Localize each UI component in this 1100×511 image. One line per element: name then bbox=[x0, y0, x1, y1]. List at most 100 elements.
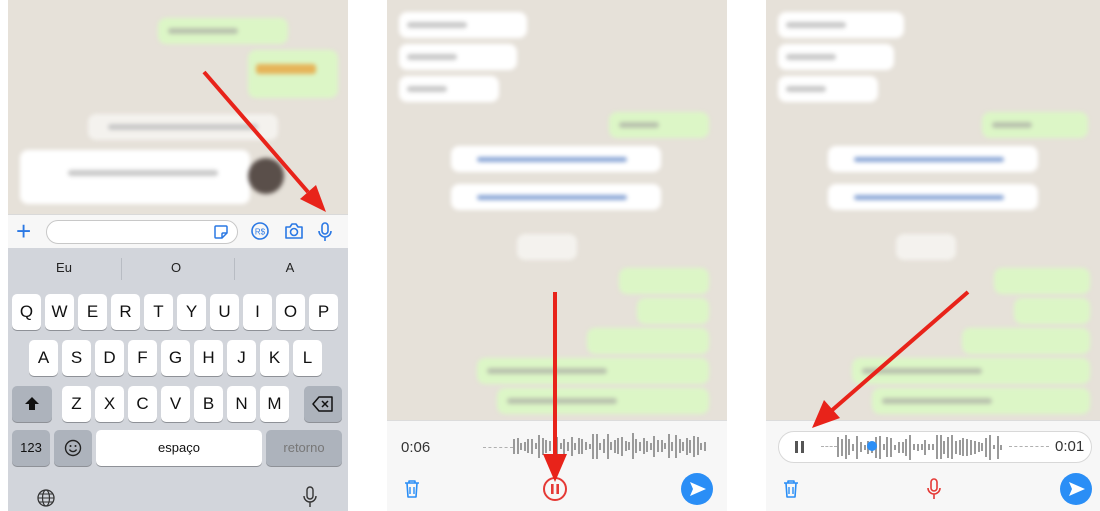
key-d[interactable]: D bbox=[95, 340, 124, 376]
ios-keyboard: Eu O A Q W E R T Y U I O P A S D F G H J… bbox=[8, 248, 348, 511]
waveform-bar bbox=[563, 438, 566, 454]
suggestion-bar: Eu O A bbox=[8, 248, 348, 290]
camera-icon[interactable] bbox=[283, 221, 305, 241]
waveform-bar bbox=[947, 436, 950, 458]
waveform-bar bbox=[939, 435, 942, 459]
recording-bar: 0:01 bbox=[766, 420, 1100, 511]
key-n[interactable]: N bbox=[227, 386, 256, 422]
waveform-bar bbox=[613, 439, 616, 453]
microphone-icon[interactable] bbox=[926, 477, 942, 501]
waveform-bar bbox=[859, 442, 862, 452]
playhead[interactable] bbox=[867, 441, 877, 451]
key-j[interactable]: J bbox=[227, 340, 256, 376]
waveform-bar bbox=[545, 439, 548, 453]
dictation-icon[interactable] bbox=[302, 486, 318, 508]
numbers-key[interactable]: 123 bbox=[12, 430, 50, 466]
waveform-bar bbox=[996, 435, 999, 459]
waveform-bar bbox=[693, 435, 695, 457]
key-l[interactable]: L bbox=[293, 340, 322, 376]
waveform-bar bbox=[531, 438, 533, 454]
waveform-bar bbox=[595, 433, 598, 459]
sticker-icon[interactable] bbox=[213, 224, 229, 240]
key-t[interactable]: T bbox=[144, 294, 173, 330]
key-h[interactable]: H bbox=[194, 340, 223, 376]
emoji-key[interactable] bbox=[54, 430, 92, 466]
key-w[interactable]: W bbox=[45, 294, 74, 330]
backspace-key[interactable] bbox=[304, 386, 342, 422]
waveform-bar bbox=[977, 442, 980, 452]
plus-icon[interactable]: + bbox=[16, 217, 31, 245]
waveform-bar bbox=[844, 435, 847, 459]
key-b[interactable]: B bbox=[194, 386, 223, 422]
key-r[interactable]: R bbox=[111, 294, 140, 330]
suggestion-3[interactable]: A bbox=[270, 260, 310, 275]
waveform-bar bbox=[966, 438, 969, 456]
trash-icon[interactable] bbox=[782, 479, 800, 499]
key-v[interactable]: V bbox=[161, 386, 190, 422]
key-i[interactable]: I bbox=[243, 294, 272, 330]
waveform-bar bbox=[646, 440, 649, 452]
key-u[interactable]: U bbox=[210, 294, 239, 330]
key-x[interactable]: X bbox=[95, 386, 124, 422]
waveform-bar bbox=[588, 443, 591, 449]
send-button[interactable] bbox=[1060, 473, 1092, 505]
key-g[interactable]: G bbox=[161, 340, 190, 376]
waveform-bar bbox=[882, 444, 885, 450]
backspace-icon bbox=[312, 396, 333, 412]
globe-icon[interactable] bbox=[36, 488, 56, 508]
key-e[interactable]: E bbox=[78, 294, 107, 330]
key-c[interactable]: C bbox=[128, 386, 157, 422]
waveform-bar bbox=[928, 444, 931, 450]
playback-timer: 0:01 bbox=[1055, 438, 1085, 455]
waveform-bar bbox=[520, 442, 523, 450]
key-p[interactable]: P bbox=[309, 294, 338, 330]
waveform-bar bbox=[552, 435, 555, 457]
waveform-bar bbox=[574, 442, 577, 450]
waveform-bar bbox=[685, 437, 688, 455]
waveform-bar bbox=[577, 438, 580, 454]
key-m[interactable]: M bbox=[260, 386, 289, 422]
waveform-bar bbox=[703, 441, 706, 451]
waveform-bar bbox=[671, 441, 674, 451]
waveform-bar bbox=[992, 445, 995, 449]
key-o[interactable]: O bbox=[276, 294, 305, 330]
key-k[interactable]: K bbox=[260, 340, 289, 376]
trash-icon[interactable] bbox=[403, 479, 421, 499]
waveform-bar bbox=[913, 444, 915, 450]
key-q[interactable]: Q bbox=[12, 294, 41, 330]
payment-icon[interactable]: R$ bbox=[250, 221, 270, 241]
waveform-bar bbox=[541, 437, 544, 455]
key-f[interactable]: F bbox=[128, 340, 157, 376]
key-y[interactable]: Y bbox=[177, 294, 206, 330]
emoji-icon bbox=[64, 439, 82, 457]
waveform-bar bbox=[894, 444, 896, 450]
suggestion-2[interactable]: O bbox=[156, 260, 196, 275]
waveform-bar bbox=[534, 443, 537, 449]
shift-key[interactable] bbox=[12, 386, 52, 422]
suggestion-1[interactable]: Eu bbox=[44, 260, 84, 275]
send-button[interactable] bbox=[681, 473, 713, 505]
waveform-bar bbox=[567, 441, 569, 451]
waveform-bar bbox=[678, 439, 681, 453]
waveform-bar bbox=[951, 435, 953, 459]
pause-record-button[interactable] bbox=[542, 476, 568, 502]
key-z[interactable]: Z bbox=[62, 386, 91, 422]
return-key[interactable]: retorno bbox=[266, 430, 342, 466]
waveform-bar bbox=[905, 438, 908, 456]
waveform-bar bbox=[513, 438, 515, 454]
space-key[interactable]: espaço bbox=[96, 430, 262, 466]
waveform-bar bbox=[585, 442, 587, 450]
waveform-bar bbox=[527, 439, 530, 453]
waveform-bar bbox=[581, 438, 584, 454]
waveform-bar bbox=[617, 438, 620, 454]
waveform-bar bbox=[973, 440, 976, 454]
message-input-bar: + R$ bbox=[8, 214, 348, 249]
waveform-bar bbox=[621, 436, 623, 456]
key-a[interactable]: A bbox=[29, 340, 58, 376]
pause-icon[interactable] bbox=[793, 440, 807, 454]
waveform bbox=[513, 431, 713, 461]
microphone-icon[interactable] bbox=[316, 221, 334, 243]
message-input[interactable] bbox=[46, 220, 238, 244]
waveform-bar bbox=[523, 441, 526, 451]
key-s[interactable]: S bbox=[62, 340, 91, 376]
